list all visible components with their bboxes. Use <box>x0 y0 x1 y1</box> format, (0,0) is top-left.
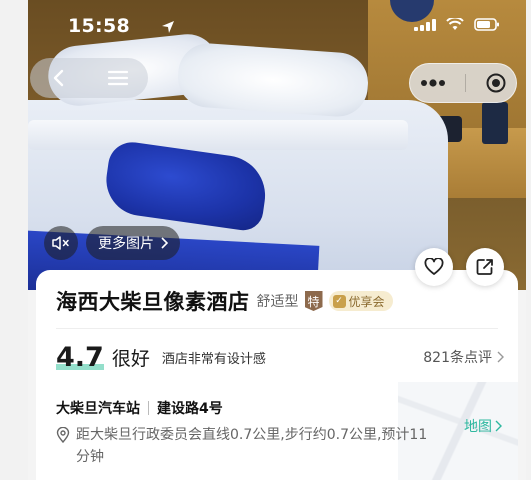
location-arrow-icon <box>162 21 174 33</box>
reviews-link[interactable]: 821条点评 <box>423 347 504 367</box>
status-time: 15:58 <box>68 15 130 37</box>
photo-sheet <box>28 120 408 150</box>
share-icon <box>476 259 493 275</box>
member-badge[interactable]: ✓ 优享会 <box>328 291 393 311</box>
chevron-right-icon <box>495 420 502 432</box>
special-badge: 特 <box>304 291 323 311</box>
rating-score: 4.7 <box>56 342 104 373</box>
address-street: 建设路4号 <box>157 401 223 417</box>
hotel-type: 舒适型 <box>256 294 299 310</box>
map-link-label: 地图 <box>464 419 492 435</box>
member-badge-label: 优享会 <box>348 294 385 309</box>
rating-score-value: 4.7 <box>56 341 104 373</box>
heart-icon <box>424 258 444 275</box>
chevron-left-icon[interactable] <box>50 68 68 88</box>
wifi-icon <box>446 18 464 30</box>
target-close-icon[interactable] <box>485 72 507 94</box>
more-dots-icon[interactable] <box>420 78 446 88</box>
distance-text: 距大柴旦行政委员会直线0.7公里,步行约0.7公里,预计11分钟 <box>76 427 428 465</box>
more-pictures-button[interactable]: 更多图片 <box>86 226 180 260</box>
mute-button[interactable] <box>44 226 78 260</box>
app-frame: 15:58 更多图片 海西大柴旦像素酒店 舒适型 特 ✓ 优享会 4.7 很好 … <box>28 0 526 480</box>
photo-speaker <box>482 102 508 144</box>
status-indicators <box>414 18 500 31</box>
rating-description: 酒店非常有设计感 <box>161 351 266 367</box>
more-pictures-label: 更多图片 <box>98 236 154 252</box>
chevron-right-icon <box>161 237 168 249</box>
title-row: 海西大柴旦像素酒店 舒适型 特 ✓ 优享会 <box>56 286 393 316</box>
member-shield-icon: ✓ <box>332 294 346 308</box>
map-link[interactable]: 地图 <box>464 416 502 436</box>
rating-word: 很好 <box>111 347 150 370</box>
photo-pillow-right <box>175 41 371 119</box>
address-separator <box>148 401 149 415</box>
chevron-right-icon <box>497 351 504 363</box>
speaker-mute-icon <box>52 236 69 250</box>
miniprogram-capsule <box>409 63 517 103</box>
signal-icon <box>414 18 436 31</box>
favorite-button[interactable] <box>415 248 453 286</box>
divider <box>56 328 498 329</box>
distance-row: 距大柴旦行政委员会直线0.7公里,步行约0.7公里,预计11分钟 <box>56 424 436 468</box>
address-landmark: 大柴旦汽车站 <box>56 401 140 417</box>
hotel-name: 海西大柴旦像素酒店 <box>56 290 250 314</box>
share-button[interactable] <box>466 248 504 286</box>
rating-row[interactable]: 4.7 很好 酒店非常有设计感 821条点评 <box>56 340 504 374</box>
address-row: 大柴旦汽车站 建设路4号 <box>56 398 223 418</box>
location-pin-icon <box>56 427 70 443</box>
hotel-info-card: 海西大柴旦像素酒店 舒适型 特 ✓ 优享会 4.7 很好 酒店非常有设计感 82… <box>36 270 518 480</box>
nav-capsule <box>30 58 148 98</box>
capsule-divider <box>464 74 466 92</box>
battery-icon <box>474 18 499 31</box>
hamburger-menu-icon[interactable] <box>107 69 129 87</box>
reviews-count: 821条点评 <box>423 350 492 366</box>
